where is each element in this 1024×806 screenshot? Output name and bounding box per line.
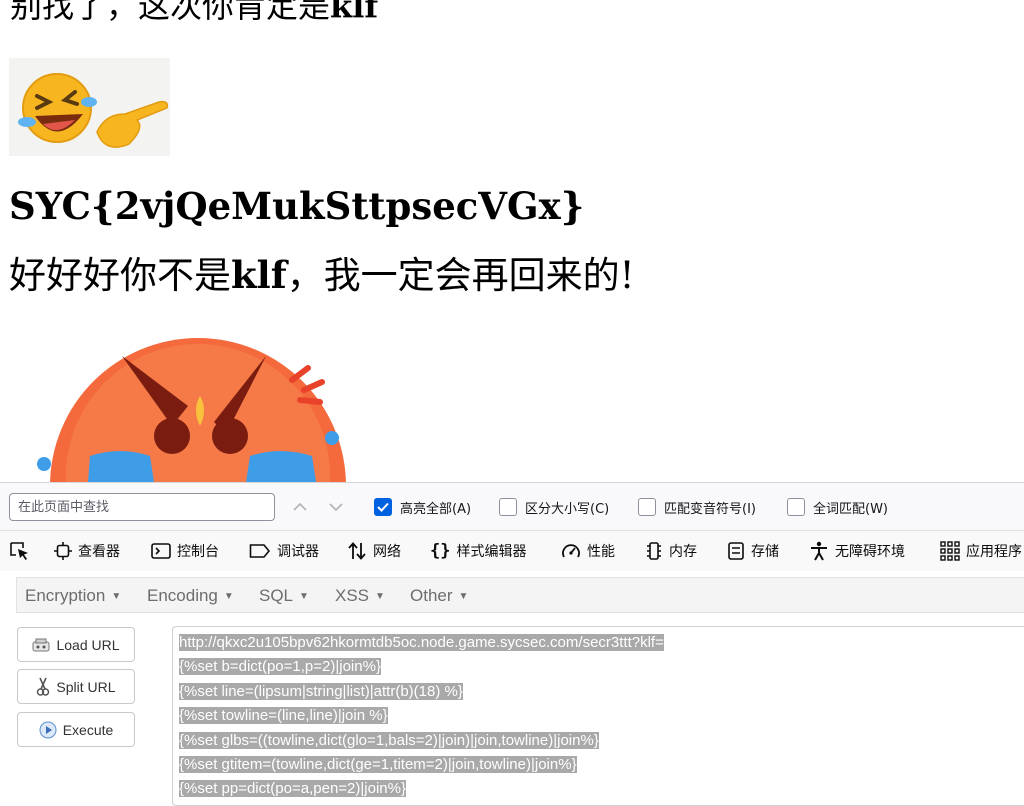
scissors-icon <box>36 677 50 697</box>
flag-text: SYC{2vjQeMukSttpsecVGx} <box>9 184 585 228</box>
url-line: {%set towline=(line,line)|join %} <box>179 707 388 725</box>
tab-console[interactable]: 控制台 <box>151 541 219 561</box>
tab-storage[interactable]: 存储 <box>727 541 779 561</box>
chevron-up-icon <box>293 502 307 511</box>
whole-words-option[interactable]: 全词匹配(W) <box>787 497 888 517</box>
whole-words-label: 全词匹配(W) <box>813 501 888 517</box>
highlight-all-checkbox[interactable] <box>374 498 392 516</box>
devtools-toolbar: 查看器 控制台 调试器 网络 {} 样式编辑器 性能 内存 存储 无障碍环境 应… <box>0 530 1024 572</box>
checkmark-icon <box>377 502 389 512</box>
url-line: {%set gtitem=(towline,dict(ge=1,titem=2)… <box>179 756 577 774</box>
load-url-icon <box>32 637 50 653</box>
tab-performance-label: 性能 <box>587 544 615 560</box>
load-url-button[interactable]: Load URL <box>17 627 135 662</box>
load-url-label: Load URL <box>56 636 120 653</box>
tab-memory[interactable]: 内存 <box>645 541 697 561</box>
play-icon <box>39 721 57 739</box>
whole-words-checkbox[interactable] <box>787 498 805 516</box>
url-line: http://qkxc2u105bpv62hkormtdb5oc.node.ga… <box>179 634 664 651</box>
accessibility-icon <box>809 541 829 561</box>
angry-crying-emoji-image <box>30 326 376 482</box>
caret-down-icon: ▼ <box>223 591 234 603</box>
tab-performance[interactable]: 性能 <box>561 541 615 561</box>
hackbar-panel: Encryption ▼ Encoding ▼ SQL ▼ XSS ▼ Other ▼ L… <box>0 571 1024 806</box>
caret-down-icon: ▼ <box>299 591 309 603</box>
menu-sql[interactable]: SQL ▼ <box>259 586 309 606</box>
performance-icon <box>561 542 581 560</box>
application-icon <box>940 541 960 561</box>
split-url-button[interactable]: Split URL <box>17 669 135 704</box>
tab-style-editor-label: 样式编辑器 <box>456 544 527 560</box>
tab-accessibility-label: 无障碍环境 <box>835 544 905 560</box>
network-icon <box>347 542 367 560</box>
find-in-page-bar: 高亮全部(A) 区分大小写(C) 匹配变音符号(I) 全词匹配(W) <box>0 482 1024 531</box>
menu-encryption[interactable]: Encryption ▼ <box>25 586 121 606</box>
console-icon <box>151 542 171 560</box>
find-input[interactable] <box>9 493 275 521</box>
match-diacritics-checkbox[interactable] <box>638 498 656 516</box>
find-next-button[interactable] <box>326 498 346 516</box>
tab-application[interactable]: 应用程序 <box>940 541 1022 561</box>
element-picker-button[interactable] <box>9 541 31 561</box>
tab-storage-label: 存储 <box>751 544 779 560</box>
menu-encoding[interactable]: Encoding ▼ <box>147 586 234 606</box>
apology-heading: 好好好你不是klf，我一定会再回来的! <box>9 253 635 297</box>
match-diacritics-option[interactable]: 匹配变音符号(I) <box>638 497 756 517</box>
highlight-all-option[interactable]: 高亮全部(A) <box>374 497 471 517</box>
tab-inspector-label: 查看器 <box>78 544 120 560</box>
caret-down-icon: ▼ <box>375 591 385 603</box>
tab-memory-label: 内存 <box>669 544 697 560</box>
tab-debugger-label: 调试器 <box>277 544 319 560</box>
match-case-option[interactable]: 区分大小写(C) <box>499 497 609 517</box>
debugger-icon <box>249 542 271 560</box>
url-line: {%set pp=dict(po=a,pen=2)|join%} <box>179 780 406 798</box>
hackbar-menu-bar: Encryption ▼ Encoding ▼ SQL ▼ XSS ▼ Other ▼ <box>16 577 1024 613</box>
url-textarea[interactable]: http://qkxc2u105bpv62hkormtdb5oc.node.ga… <box>172 626 1024 806</box>
memory-icon <box>645 541 663 561</box>
page-heading-top: 别找了，这次你肯定是klf <box>10 0 379 25</box>
find-previous-button[interactable] <box>290 498 310 516</box>
tab-accessibility[interactable]: 无障碍环境 <box>809 541 905 561</box>
chevron-down-icon <box>329 503 343 512</box>
menu-xss[interactable]: XSS ▼ <box>335 586 385 606</box>
tab-network[interactable]: 网络 <box>347 541 401 561</box>
web-page-content: 别找了，这次你肯定是klf SYC{2vjQeMukSttpsecVGx} 好好… <box>0 0 1024 482</box>
style-editor-icon: {} <box>430 541 451 561</box>
url-line: {%set glbs=((towline,dict(glo=1,bals=2)|… <box>179 731 599 749</box>
tab-network-label: 网络 <box>373 544 401 560</box>
laughing-pointing-emoji-image <box>9 58 170 156</box>
tab-style-editor[interactable]: {} 样式编辑器 <box>430 541 526 561</box>
execute-label: Execute <box>62 721 114 738</box>
url-line: {%set b=dict(po=1,p=2)|join%} <box>179 658 381 676</box>
highlight-all-label: 高亮全部(A) <box>400 501 472 517</box>
tab-debugger[interactable]: 调试器 <box>249 541 319 561</box>
element-picker-icon <box>10 542 28 560</box>
inspector-icon <box>54 542 72 560</box>
tab-inspector[interactable]: 查看器 <box>54 541 120 561</box>
caret-down-icon: ▼ <box>458 591 469 603</box>
tab-console-label: 控制台 <box>177 544 219 560</box>
match-diacritics-label: 匹配变音符号(I) <box>664 501 756 517</box>
menu-other[interactable]: Other ▼ <box>410 586 468 606</box>
split-url-label: Split URL <box>56 678 116 695</box>
execute-button[interactable]: Execute <box>17 712 135 747</box>
tab-application-label: 应用程序 <box>966 544 1022 560</box>
match-case-checkbox[interactable] <box>499 498 517 516</box>
url-line: {%set line=(lipsum|string|list)|attr(b)(… <box>179 682 463 700</box>
caret-down-icon: ▼ <box>111 591 122 603</box>
storage-icon <box>727 541 745 561</box>
match-case-label: 区分大小写(C) <box>525 501 610 517</box>
